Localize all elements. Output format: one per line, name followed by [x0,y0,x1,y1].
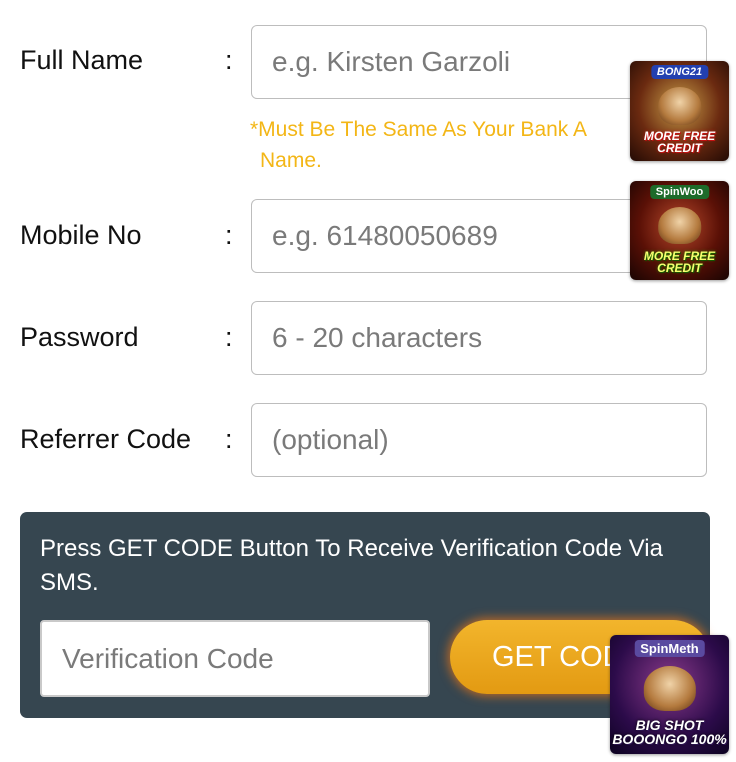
promo-character-icon [643,665,696,712]
referrer-input[interactable] [251,403,707,477]
verification-code-input[interactable] [40,620,430,697]
mobile-label: Mobile No [20,220,142,250]
referrer-label: Referrer Code [20,424,192,454]
verification-panel: Press GET CODE Button To Receive Verific… [20,512,710,718]
promo-banner-spinwoo[interactable]: SpinWoo MORE FREE CREDIT [630,181,729,280]
password-colon: : [225,322,233,352]
password-row: Password : [0,301,736,377]
mobile-row: Mobile No : [0,199,736,275]
mobile-colon: : [225,220,233,250]
full-name-note-line1: *Must Be The Same As Your Bank A [250,118,587,141]
verification-instruction: Press GET CODE Button To Receive Verific… [40,535,663,596]
full-name-label: Full Name [20,45,144,75]
promo-brand-label: SpinMeth [634,640,705,657]
full-name-colon: : [225,45,233,75]
full-name-note: *Must Be The Same As Your Bank A Name. [250,114,650,176]
promo-caption: BIG SHOT BOOONGO 100% [612,716,727,748]
full-name-row: Full Name : [0,25,736,101]
promo-brand-label: BONG21 [650,65,709,79]
promo-brand-label: SpinWoo [649,185,710,199]
password-input[interactable] [251,301,707,375]
referrer-row: Referrer Code : [0,403,736,479]
promo-banner-bong21[interactable]: BONG21 MORE FREE CREDIT [630,61,729,161]
password-label: Password [20,322,139,352]
referrer-colon: : [225,424,233,454]
promo-character-icon [657,87,702,125]
promo-banner-spinmeth[interactable]: SpinMeth BIG SHOT BOOONGO 100% [610,635,729,754]
promo-character-icon [657,206,702,245]
full-name-note-line2: Name. [260,149,322,172]
promo-caption: MORE FREE CREDIT [643,128,716,156]
promo-caption: MORE FREE CREDIT [643,248,716,276]
